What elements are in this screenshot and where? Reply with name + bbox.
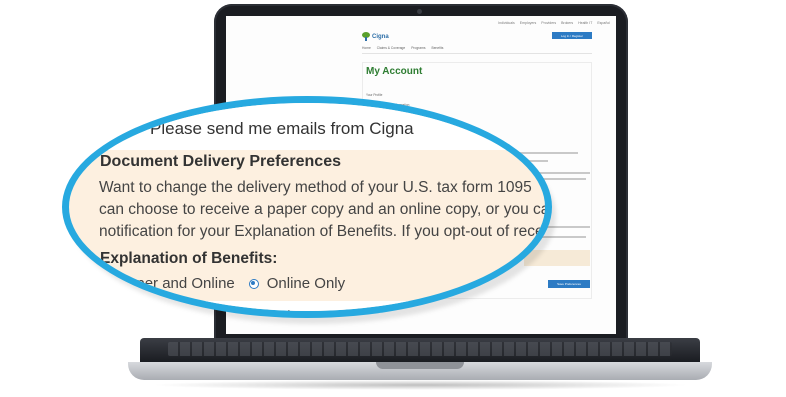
top-nav-item[interactable]: Providers (541, 21, 556, 25)
sub-nav: Home Claims & Coverage Programs Benefits (362, 46, 443, 50)
paragraph-line: can choose to receive a paper copy and a… (99, 201, 550, 218)
logo-text: Cigna (372, 33, 389, 40)
paper-and-online-radio[interactable] (100, 278, 110, 289)
top-nav-item[interactable]: Individuals (498, 21, 515, 25)
online-only-label[interactable]: Online Only (267, 275, 345, 292)
online-only-radio[interactable] (248, 278, 259, 289)
paragraph-line: notification for your Explanation of Ben… (99, 223, 544, 240)
laptop-notch (376, 362, 464, 369)
paragraph-line: Want to change the delivery method of yo… (99, 179, 532, 196)
page-title: My Account (366, 66, 423, 77)
sub-nav-item[interactable]: Home (362, 46, 371, 50)
divider (362, 53, 592, 54)
keyboard (168, 342, 672, 356)
email-consent-text: Please send me emails from Cigna (150, 119, 414, 138)
delivery-preferences-text: Want to change the delivery method of yo… (99, 177, 550, 243)
tree-logo-icon (362, 32, 370, 41)
webcam (417, 9, 422, 14)
sub-nav-item[interactable]: Benefits (432, 46, 444, 50)
cigna-logo[interactable]: Cigna (362, 32, 389, 41)
sub-nav-item[interactable]: Programs (411, 46, 425, 50)
account-link[interactable]: Your Profile (366, 90, 409, 100)
top-nav-item[interactable]: Español (597, 21, 610, 25)
sub-nav-item[interactable]: Claims & Coverage (377, 46, 405, 50)
delivery-preferences-heading: Document Delivery Preferences (100, 153, 341, 170)
eob-radio-group: Paper and Online Online Only (100, 275, 359, 292)
paper-and-online-label[interactable]: Paper and Online (118, 275, 235, 292)
top-nav-item[interactable]: Employers (520, 21, 537, 25)
eob-heading: Explanation of Benefits: (100, 250, 278, 267)
login-button[interactable]: Log In / Register (552, 32, 592, 39)
top-nav-item[interactable]: Health IT (578, 21, 592, 25)
save-preferences-button[interactable]: Save Preferences (548, 280, 590, 288)
top-nav-item[interactable]: Brokers (561, 21, 573, 25)
top-nav: Individuals Employers Providers Brokers … (498, 21, 610, 25)
laptop-shadow (150, 380, 690, 390)
magnified-callout: Please send me emails from Cigna Documen… (62, 96, 552, 318)
